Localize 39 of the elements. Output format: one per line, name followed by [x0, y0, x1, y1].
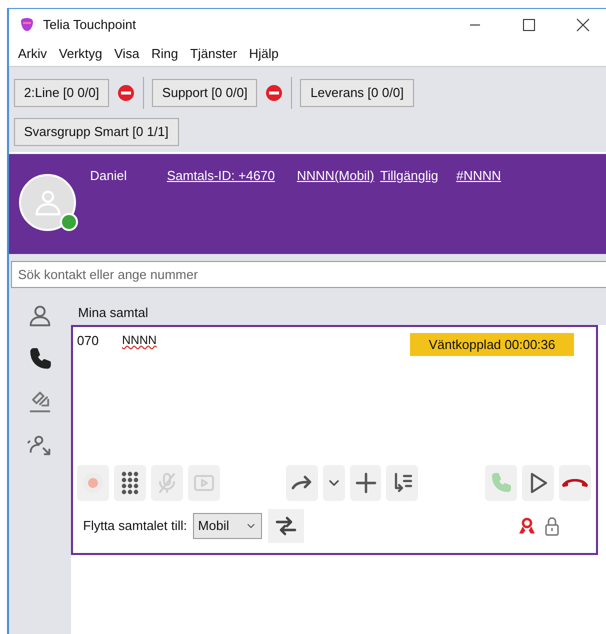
section-title: Mina samtal	[78, 304, 150, 322]
menu-item[interactable]: Ring	[151, 44, 178, 64]
header-link[interactable]: Samtals-ID: +4670	[166, 166, 275, 184]
forward-button[interactable]	[286, 465, 318, 501]
menu-item[interactable]: Arkiv	[18, 44, 47, 64]
menu-item[interactable]: Tjänster	[190, 44, 238, 64]
user-name: Daniel	[90, 167, 127, 185]
swap-arrows-icon	[274, 514, 298, 538]
device-select[interactable]: Mobil	[193, 513, 262, 539]
hangup-button[interactable]	[559, 465, 591, 501]
keypad-button[interactable]	[114, 465, 146, 501]
queue-button[interactable]: Leverans [0 0/0]	[300, 79, 414, 107]
caller-name: NNNN	[122, 332, 157, 349]
queue-button[interactable]: Support [0 0/0]	[152, 79, 258, 107]
caret-button[interactable]	[323, 465, 345, 501]
menu-item[interactable]: Hjälp	[249, 44, 279, 64]
lock-icon	[544, 516, 560, 536]
transfer-list-button[interactable]	[386, 465, 418, 501]
search-field[interactable]: Sök kontakt eller ange nummer	[11, 261, 606, 288]
header-link[interactable]: NNNN(Mobil)	[296, 166, 374, 184]
call-number: 070	[77, 332, 100, 350]
queue-button[interactable]: 2:Line [0 0/0]	[14, 79, 110, 107]
header-link[interactable]: Tillgänglig	[380, 166, 438, 184]
move-call-label: Flytta samtalet till:	[83, 517, 188, 536]
swap-button[interactable]	[268, 509, 304, 543]
plus-button[interactable]	[350, 465, 382, 501]
menu-item[interactable]: Visa	[114, 44, 140, 64]
menu-item[interactable]: Verktyg	[58, 44, 102, 64]
phone-icon	[489, 471, 514, 495]
hold-status-badge: Väntkopplad 00:00:36	[410, 333, 574, 356]
app-logo-icon	[19, 17, 35, 33]
hang-up-icon	[561, 478, 590, 488]
window-title: Telia Touchpoint	[43, 16, 136, 34]
person-icon	[32, 188, 62, 218]
play-button[interactable]	[522, 465, 554, 501]
ribbon-icon	[518, 517, 536, 535]
plus-icon	[354, 471, 378, 495]
header-link[interactable]: #NNNN	[456, 166, 502, 184]
queue-button[interactable]: Svarsgrupp Smart [0 1/1]	[14, 118, 179, 146]
